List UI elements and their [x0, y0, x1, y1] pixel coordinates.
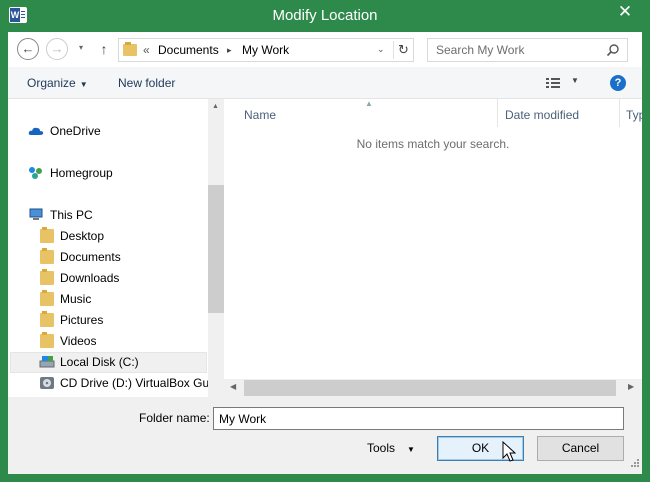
help-button[interactable]: ? — [610, 75, 626, 91]
new-folder-button[interactable]: New folder — [118, 76, 175, 90]
title-bar: W Modify Location ✕ — [0, 0, 650, 32]
chevron-down-icon: ▼ — [407, 445, 415, 454]
search-placeholder: Search My Work — [436, 43, 525, 57]
search-input[interactable]: Search My Work — [427, 38, 628, 62]
organize-label: Organize — [27, 76, 76, 90]
nav-item-documents[interactable]: Documents — [8, 247, 208, 267]
nav-item-label: Homegroup — [50, 166, 113, 180]
nav-item-label: OneDrive — [50, 124, 101, 138]
command-toolbar: Organize ▼ New folder ▼ ? — [8, 67, 642, 99]
nav-pane-scrollbar[interactable]: ▲ — [208, 99, 224, 397]
cd-drive-icon — [40, 377, 54, 389]
nav-item-onedrive[interactable]: OneDrive — [8, 121, 208, 141]
breadcrumb-documents[interactable]: Documents — [158, 43, 219, 57]
dialog-content: ← → ▾ ↑ « Documents ▸ My Work ⌄ ↻ Search… — [8, 32, 642, 474]
address-history-dropdown[interactable]: ⌄ — [377, 44, 385, 55]
tools-button[interactable]: Tools ▼ — [367, 441, 415, 455]
cloud-icon — [28, 127, 44, 135]
refresh-button[interactable]: ↻ — [393, 41, 413, 59]
chevron-down-icon: ▼ — [79, 80, 88, 89]
nav-item-desktop[interactable]: Desktop — [8, 226, 208, 246]
chevron-down-icon: ▼ — [571, 76, 579, 85]
close-button[interactable]: ✕ — [605, 1, 645, 23]
nav-item-label: Pictures — [60, 313, 104, 327]
computer-icon — [29, 208, 43, 220]
breadcrumb-separator-icon[interactable]: ▸ — [227, 45, 232, 56]
nav-item-cd-drive[interactable]: CD Drive (D:) VirtualBox Gue — [8, 373, 216, 393]
navigation-pane: OneDrive Homegroup This PC Desktop Docum… — [8, 99, 224, 397]
column-header-name[interactable]: Name — [244, 105, 276, 125]
nav-item-downloads[interactable]: Downloads — [8, 268, 208, 288]
folder-icon — [40, 290, 54, 306]
nav-item-videos[interactable]: Videos — [8, 331, 208, 351]
scrollbar-thumb[interactable] — [208, 185, 224, 313]
search-icon[interactable] — [606, 43, 620, 57]
nav-item-label: Downloads — [60, 271, 120, 285]
up-button[interactable]: ↑ — [97, 40, 111, 58]
column-divider[interactable] — [619, 99, 620, 127]
empty-message: No items match your search. — [356, 137, 510, 151]
scroll-left-icon[interactable]: ◀ — [230, 382, 236, 391]
scroll-right-icon[interactable]: ▶ — [628, 382, 634, 391]
folder-icon — [40, 311, 54, 327]
forward-button[interactable]: → — [46, 38, 68, 60]
nav-item-label: Desktop — [60, 229, 105, 243]
homegroup-icon — [29, 167, 42, 179]
resize-grip-icon[interactable] — [630, 458, 640, 468]
scroll-up-icon[interactable]: ▲ — [212, 103, 219, 110]
recent-locations-button[interactable]: ▾ — [76, 43, 86, 53]
nav-item-label: Documents — [60, 250, 121, 264]
sort-ascending-icon: ▲ — [365, 99, 373, 108]
mouse-pointer-icon — [502, 441, 516, 462]
folder-name-label: Folder name: — [139, 411, 210, 425]
nav-item-label: Videos — [60, 334, 97, 348]
file-list-horizontal-scrollbar[interactable]: ◀ ▶ — [224, 379, 642, 397]
nav-item-pictures[interactable]: Pictures — [8, 310, 208, 330]
folder-icon — [40, 248, 54, 264]
nav-item-label: CD Drive (D:) VirtualBox Gue — [60, 376, 216, 390]
folder-icon — [40, 227, 54, 243]
drive-icon — [39, 356, 55, 368]
address-overflow-chevron[interactable]: « — [143, 43, 150, 57]
details-view-icon — [546, 78, 560, 88]
modify-location-dialog: W Modify Location ✕ ← → ▾ ↑ « Documents … — [0, 0, 650, 482]
column-header-type[interactable]: Typ — [626, 105, 642, 125]
column-divider[interactable] — [497, 99, 498, 127]
back-button[interactable]: ← — [17, 38, 39, 60]
nav-item-local-disk[interactable]: Local Disk (C:) — [8, 352, 208, 372]
cancel-button[interactable]: Cancel — [537, 436, 624, 461]
scrollbar-thumb[interactable] — [244, 380, 616, 396]
tools-label: Tools — [367, 441, 396, 455]
breadcrumb-my-work[interactable]: My Work — [242, 43, 289, 57]
nav-item-music[interactable]: Music — [8, 289, 208, 309]
nav-item-label: Music — [60, 292, 92, 306]
nav-item-this-pc[interactable]: This PC — [8, 205, 208, 225]
folder-icon — [40, 269, 54, 285]
nav-item-label: This PC — [50, 208, 93, 222]
folder-icon — [40, 332, 54, 348]
column-header-date-modified[interactable]: Date modified — [505, 105, 579, 125]
nav-item-label: Local Disk (C:) — [60, 355, 139, 369]
file-list-pane: ▲ Name Date modified Typ No items match … — [224, 99, 642, 397]
navigation-bar: ← → ▾ ↑ « Documents ▸ My Work ⌄ ↻ Search… — [8, 32, 642, 67]
folder-name-field[interactable] — [213, 407, 624, 430]
dialog-title: Modify Location — [272, 7, 378, 24]
folder-icon — [123, 42, 137, 56]
organize-button[interactable]: Organize ▼ — [27, 76, 88, 90]
address-bar[interactable]: « Documents ▸ My Work ⌄ ↻ — [118, 38, 414, 62]
nav-item-homegroup[interactable]: Homegroup — [8, 163, 208, 183]
change-view-button[interactable]: ▼ — [546, 76, 580, 90]
